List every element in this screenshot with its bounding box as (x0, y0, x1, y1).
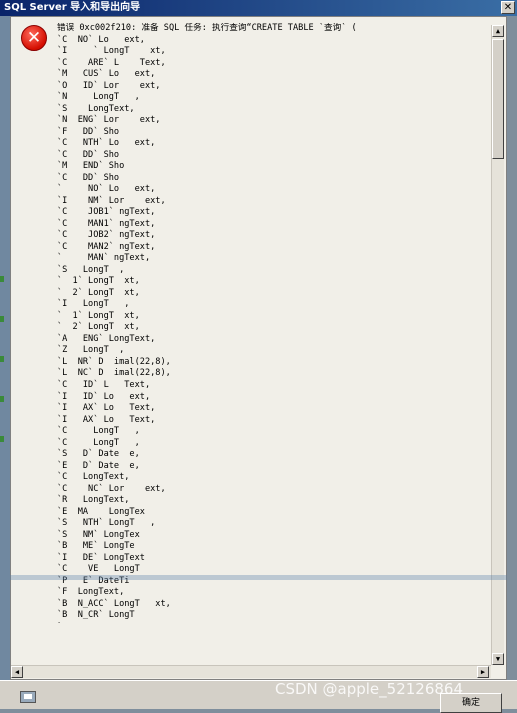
message-line: `I LongT , (57, 299, 130, 310)
message-line: `C VE LongT (57, 564, 140, 575)
message-line: ` 2` LongT xt, (57, 287, 140, 298)
message-line: `S D` Date e, (57, 449, 140, 460)
message-line: `I AX` Lo Text, (57, 414, 156, 425)
message-line: ) (57, 622, 487, 623)
close-button[interactable]: ✕ (501, 1, 515, 14)
message-line: `I ` LongT xt, (57, 46, 166, 57)
message-line: ` 1` LongT xt, (57, 310, 140, 321)
message-line: ` 1` LongT xt, (57, 276, 140, 287)
message-line: `Z LongT , (57, 345, 125, 356)
message-line: `F DD` Sho (57, 126, 120, 137)
message-line: 错误 0xc002f210: 准备 SQL 任务: 执行查询“CREATE TA… (57, 23, 357, 33)
tree-marker (0, 396, 4, 402)
message-line: `C NC` Lor ext, (57, 483, 166, 494)
message-line: `L NC` D imal(22,8), (57, 368, 171, 379)
message-line: `N LongT , (57, 92, 140, 103)
error-dialog: ✕ 错误 0xc002f210: 准备 SQL 任务: 执行查询“CREATE … (10, 16, 507, 680)
vertical-scrollbar[interactable]: ▲ ▼ (491, 25, 504, 665)
message-line: `B N_ACC` LongT xt, (57, 598, 171, 609)
tree-marker (0, 436, 4, 442)
message-line: `L NR` D imal(22,8), (57, 356, 171, 367)
watermark: CSDN @apple_52126864 (275, 680, 464, 698)
message-line: `M END` Sho (57, 161, 125, 172)
message-line: `C ID` L Text, (57, 379, 151, 390)
message-line: `M CUS` Lo ext, (57, 69, 156, 80)
message-line: `B N_CR` LongT (57, 610, 135, 621)
error-icon: ✕ (21, 25, 47, 51)
message-line: `C JOB2` ngText, (57, 230, 156, 241)
scroll-up-arrow-icon[interactable]: ▲ (492, 25, 504, 37)
message-line: `C LongT , (57, 426, 140, 437)
message-line: `C MAN1` ngText, (57, 218, 156, 229)
message-line: `S LongT , (57, 264, 125, 275)
message-line: `I DE` LongText (57, 552, 145, 563)
message-line: `C LongT , (57, 437, 140, 448)
message-line: `C MAN2` ngText, (57, 241, 156, 252)
message-line: `C DD` Sho (57, 172, 120, 183)
message-line: ` 2` LongT xt, (57, 322, 140, 333)
message-line: `I ID` Lo ext, (57, 391, 151, 402)
message-line: `I AX` Lo Text, (57, 403, 156, 414)
message-line: `C DD` Sho (57, 149, 120, 160)
message-line: `C JOB1` ngText, (57, 207, 156, 218)
tree-marker (0, 356, 4, 362)
message-line: `R LongText, (57, 495, 130, 506)
error-message-text[interactable]: 错误 0xc002f210: 准备 SQL 任务: 执行查询“CREATE TA… (57, 23, 487, 623)
scroll-down-arrow-icon[interactable]: ▼ (492, 653, 504, 665)
message-line: `S NTH` LongT , (57, 518, 156, 529)
message-line: `S NM` LongTex (57, 529, 140, 540)
window-titlebar: SQL Server 导入和导出向导 ✕ (0, 0, 517, 16)
message-line: `B ME` LongTe (57, 541, 135, 552)
message-line: `C LongText, (57, 472, 130, 483)
scrollbar-thumb[interactable] (492, 39, 504, 159)
message-line: `P E` DateTi (57, 575, 130, 586)
message-line: `C NTH` Lo ext, (57, 138, 156, 149)
window-title: SQL Server 导入和导出向导 (4, 2, 141, 13)
message-line: `N ENG` Lor ext, (57, 115, 161, 126)
message-line: ` NO` Lo ext, (57, 184, 156, 195)
horizontal-scrollbar[interactable]: ◀ ▶ (11, 665, 491, 678)
message-line: `E MA LongTex (57, 506, 145, 517)
scroll-left-arrow-icon[interactable]: ◀ (11, 666, 23, 678)
message-line: `F LongText, (57, 587, 125, 598)
tree-marker (0, 276, 4, 282)
message-line: `C ARE` L Text, (57, 57, 166, 68)
message-line: ` MAN` ngText, (57, 253, 151, 264)
tree-marker (0, 316, 4, 322)
message-line: `O ID` Lor ext, (57, 80, 161, 91)
message-line: `E D` Date e, (57, 460, 140, 471)
network-status-icon (20, 691, 36, 703)
scroll-right-arrow-icon[interactable]: ▶ (477, 666, 489, 678)
message-line: `A ENG` LongText, (57, 333, 156, 344)
message-line: `S LongText, (57, 103, 135, 114)
message-line: `I NM` Lor ext, (57, 195, 166, 206)
message-line: `C NO` Lo ext, (57, 34, 145, 45)
background-window-strip (0, 16, 10, 709)
